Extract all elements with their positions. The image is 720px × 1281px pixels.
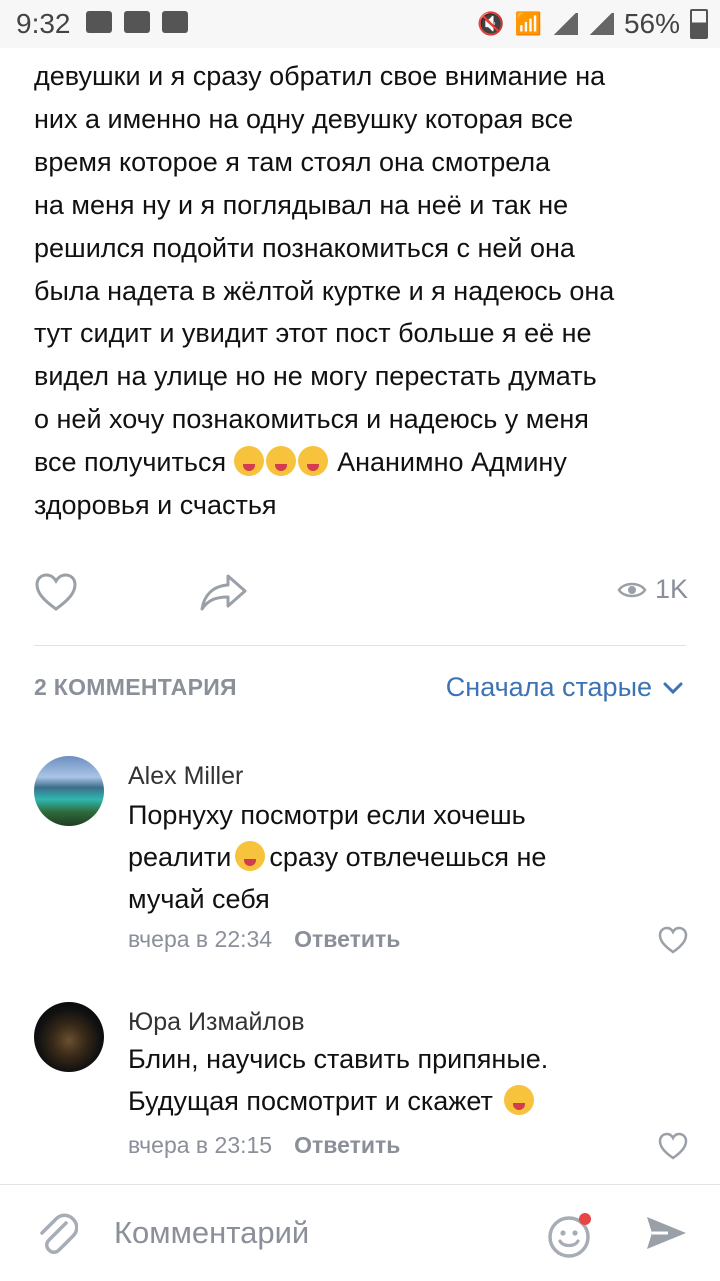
comment-line: Блин, научись ставить припяные.	[128, 1044, 549, 1074]
heart-icon[interactable]	[34, 572, 78, 612]
status-system-icons: 🔇 📶 56%	[477, 8, 708, 40]
facepalm-emoji-icon	[504, 1085, 535, 1115]
post-line-text: Ананимно Админу	[337, 447, 567, 478]
reply-button[interactable]: Ответить	[294, 926, 400, 952]
mute-icon: 🔇	[477, 11, 505, 36]
divider	[34, 645, 686, 646]
post-line: девушки и я сразу обратил свое внимание …	[34, 61, 606, 91]
comment-line: мучай себя	[128, 884, 270, 914]
post-actions: 1K	[0, 560, 720, 620]
comment-line: реалити сразу отвлечешься не	[128, 836, 688, 878]
comment-text: Блин, научись ставить припяные. Будущая …	[128, 1038, 688, 1122]
paperclip-icon[interactable]	[36, 1213, 78, 1257]
avatar[interactable]	[34, 1002, 104, 1072]
winking-tongue-emoji-icon	[297, 446, 328, 477]
sort-label: Сначала старые	[445, 672, 652, 702]
winking-tongue-emoji-icon	[233, 446, 264, 477]
share-icon[interactable]	[198, 572, 248, 612]
sort-dropdown[interactable]: Сначала старые	[446, 672, 684, 703]
wifi-icon: 📶	[514, 11, 542, 36]
folder-icon	[162, 11, 188, 33]
comment-time: вчера в 23:15	[128, 1132, 273, 1158]
comment-line-text: Будущая посмотрит и скажет	[128, 1086, 493, 1116]
winking-tongue-emoji-icon	[265, 446, 296, 477]
comment-time: вчера в 22:34	[128, 926, 273, 952]
avatar[interactable]	[34, 756, 104, 826]
comments-count: 2 КОММЕНТАРИЯ	[34, 674, 237, 700]
views-counter: 1K	[617, 574, 688, 605]
video-icon	[124, 11, 150, 33]
post-line: время которое я там стоял она смотрела	[34, 146, 551, 177]
post-line: была надета в жёлтой куртке и я надеюсь …	[34, 275, 615, 306]
chevron-down-icon	[663, 682, 683, 694]
post-text: девушки и я сразу обратил свое внимание …	[34, 55, 694, 527]
comment-meta: вчера в 22:34 Ответить	[128, 926, 400, 953]
post-line-text: все получиться	[34, 447, 234, 478]
post-line: о ней хочу познакомиться и надеюсь у мен…	[34, 404, 589, 435]
comment-line: Порнуху посмотри если хочешь	[128, 800, 526, 830]
post-line: тут сидит и увидит этот пост больше я её…	[34, 318, 592, 349]
gallery-icon	[86, 11, 112, 33]
comment-author[interactable]: Alex Miller	[128, 762, 243, 791]
signal-2-icon	[587, 13, 614, 35]
comment-composer: Комментарий	[0, 1184, 720, 1281]
post-line: решился подойти познакомиться с ней она	[34, 232, 575, 263]
send-icon[interactable]	[644, 1211, 688, 1255]
post-line: все получиться Ананимно Админу	[34, 441, 694, 484]
post-line: них а именно на одну девушку которая все	[34, 103, 574, 134]
signal-icon	[551, 13, 578, 35]
status-time: 9:32	[16, 8, 71, 39]
eye-icon	[617, 582, 647, 597]
comment-line-text: сразу отвлечешься не	[269, 842, 547, 872]
status-bar: 9:32 🔇 📶 56%	[0, 0, 720, 48]
comment-line: Будущая посмотрит и скажет	[128, 1080, 688, 1122]
comment-line-text: реалити	[128, 842, 232, 872]
views-count: 1K	[654, 574, 688, 604]
reply-button[interactable]: Ответить	[294, 1132, 400, 1158]
battery-icon	[690, 9, 708, 39]
heart-icon[interactable]	[658, 926, 688, 954]
post-line: здоровья и счастья	[34, 490, 277, 521]
post-line: видел на улице но не могу перестать дума…	[34, 361, 597, 392]
post-line: на меня ну и я поглядывал на неё и так н…	[34, 189, 569, 220]
comment-meta: вчера в 23:15 Ответить	[128, 1132, 400, 1159]
heart-icon[interactable]	[658, 1132, 688, 1160]
comment-text: Порнуху посмотри если хочешь реалити сраз…	[128, 794, 688, 920]
battery-text: 56%	[623, 8, 680, 39]
grinning-emoji-icon	[235, 841, 266, 871]
status-notification-icons	[86, 11, 188, 33]
smile-icon[interactable]	[547, 1211, 595, 1259]
comment-input[interactable]: Комментарий	[114, 1215, 309, 1251]
comment-author[interactable]: Юра Измайлов	[128, 1008, 305, 1037]
